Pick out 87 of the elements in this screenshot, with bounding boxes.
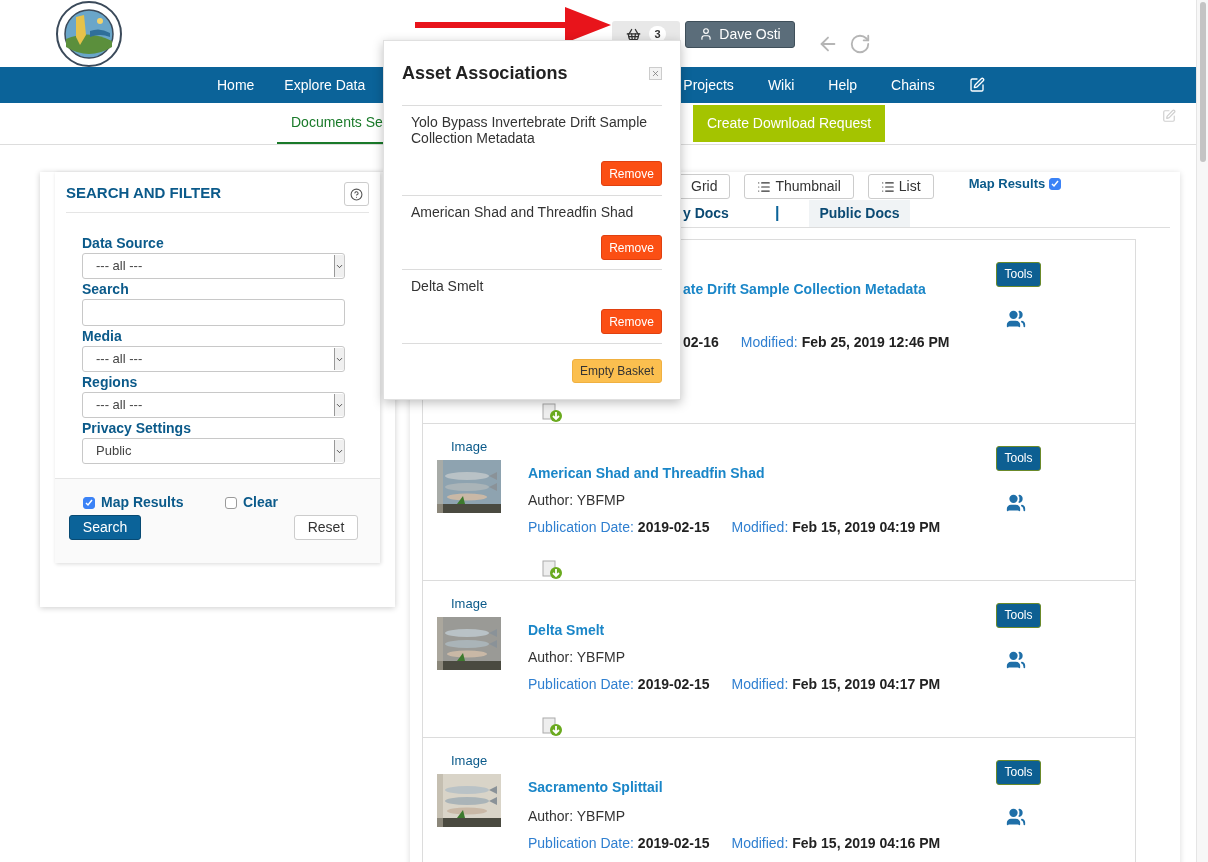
author-text: Author: YBFMP	[528, 806, 625, 826]
select-field[interactable]: Public	[82, 438, 345, 464]
reset-button[interactable]: Reset	[294, 515, 358, 540]
modified-label: Modified:	[731, 517, 789, 537]
modified-label: Modified:	[740, 332, 798, 352]
search-button[interactable]: Search	[69, 515, 141, 540]
author-text: Author: YBFMP	[528, 491, 625, 511]
publication-date-value: 2019-02-15	[637, 517, 710, 537]
nav-link[interactable]: Wiki	[767, 74, 795, 96]
media-type-label: Image	[451, 595, 488, 611]
nav-link[interactable]: Home	[217, 74, 255, 96]
checkbox-label: Clear	[243, 493, 279, 512]
people-icon[interactable]	[1006, 308, 1026, 329]
edit-icon[interactable]	[968, 77, 985, 93]
select-field[interactable]: --- all ---	[82, 392, 345, 418]
basket-item-name: Yolo Bypass Invertebrate Drift Sample Collection Metadata	[410, 114, 649, 146]
nav-link[interactable]: Help	[828, 74, 858, 96]
nav-link[interactable]: Explore Data	[284, 74, 366, 96]
field-label: Media	[82, 327, 123, 346]
select-field[interactable]: --- all ---	[82, 253, 345, 279]
user-button[interactable]: Dave Osti	[685, 20, 795, 48]
redo-icon[interactable]	[849, 33, 871, 55]
publication-date-value: 2019-02-15	[637, 674, 710, 694]
result-title-link[interactable]: Sacramento Splittail	[528, 778, 663, 795]
publication-date-value: 2019-02-15	[637, 833, 710, 853]
tools-button[interactable]: Tools	[996, 602, 1041, 628]
empty-basket-button[interactable]: Empty Basket	[572, 359, 662, 383]
field-label: Regions	[82, 373, 139, 392]
map-results-label: Map Results	[968, 175, 1046, 193]
checkbox[interactable]	[83, 496, 95, 509]
author-text: Author: YBFMP	[528, 648, 625, 668]
panel-title: SEARCH AND FILTER	[66, 183, 221, 203]
result-title-link[interactable]: American Shad and Threadfin Shad	[528, 464, 765, 481]
checkbox[interactable]	[225, 496, 237, 509]
publication-date-value: 02-16	[683, 332, 719, 352]
modified-value: Feb 15, 2019 04:17 PM	[792, 674, 941, 694]
people-icon[interactable]	[1006, 806, 1026, 827]
select-field[interactable]: --- all ---	[82, 346, 345, 372]
modified-value: Feb 15, 2019 04:16 PM	[792, 833, 941, 853]
basket-icon	[626, 26, 642, 42]
checkbox[interactable]	[1049, 177, 1062, 190]
user-icon	[699, 27, 714, 41]
basket-item-name: American Shad and Threadfin Shad	[410, 204, 635, 220]
list-icon	[757, 179, 772, 194]
popover-title: Asset Associations	[402, 62, 568, 85]
tab-separator: |	[774, 203, 780, 223]
basket-item-name: Delta Smelt	[410, 278, 485, 294]
remove-button[interactable]: Remove	[601, 309, 662, 334]
people-icon[interactable]	[1006, 649, 1026, 670]
close-button[interactable]	[649, 67, 662, 80]
view-button[interactable]: List	[867, 174, 934, 200]
modified-value: Feb 15, 2019 04:19 PM	[792, 517, 941, 537]
view-button[interactable]: Thumbnail	[744, 174, 854, 200]
tools-button[interactable]: Tools	[996, 261, 1041, 287]
doc-tab[interactable]: y Docs	[683, 199, 729, 227]
scrollbar[interactable]	[1196, 0, 1208, 862]
field-label: Search	[82, 280, 130, 299]
publication-date-label: Publication Date:	[528, 674, 634, 694]
result-title-link[interactable]: ate Drift Sample Collection Metadata	[683, 280, 926, 297]
close-icon	[651, 69, 660, 78]
nav-link[interactable]: Projects	[683, 74, 734, 96]
remove-button[interactable]: Remove	[601, 161, 662, 186]
people-icon[interactable]	[1006, 492, 1026, 513]
list-icon	[880, 179, 895, 194]
remove-button[interactable]: Remove	[601, 235, 662, 260]
search-field[interactable]	[82, 299, 345, 326]
field-label: Data Source	[82, 234, 165, 253]
field-label: Privacy Settings	[82, 419, 192, 438]
publication-date-label: Publication Date:	[528, 517, 634, 537]
media-type-label: Image	[451, 438, 488, 454]
tools-button[interactable]: Tools	[996, 445, 1041, 471]
file-download-icon[interactable]	[542, 559, 564, 580]
help-button[interactable]	[344, 182, 369, 206]
modified-label: Modified:	[731, 833, 789, 853]
modified-label: Modified:	[731, 674, 789, 694]
help-icon	[350, 187, 363, 201]
result-title-link[interactable]: Delta Smelt	[528, 621, 605, 638]
publication-date-label: Publication Date:	[528, 833, 634, 853]
nav-link[interactable]: Chains	[891, 74, 935, 96]
file-download-icon[interactable]	[542, 716, 564, 737]
file-download-icon[interactable]	[542, 402, 564, 423]
modified-value: Feb 25, 2019 12:46 PM	[801, 332, 950, 352]
checkbox-label: Map Results	[101, 493, 184, 512]
media-type-label: Image	[451, 752, 488, 768]
doc-tab[interactable]: Public Docs	[809, 199, 910, 227]
view-button[interactable]: Grid	[678, 174, 731, 200]
tools-button[interactable]: Tools	[996, 759, 1041, 785]
